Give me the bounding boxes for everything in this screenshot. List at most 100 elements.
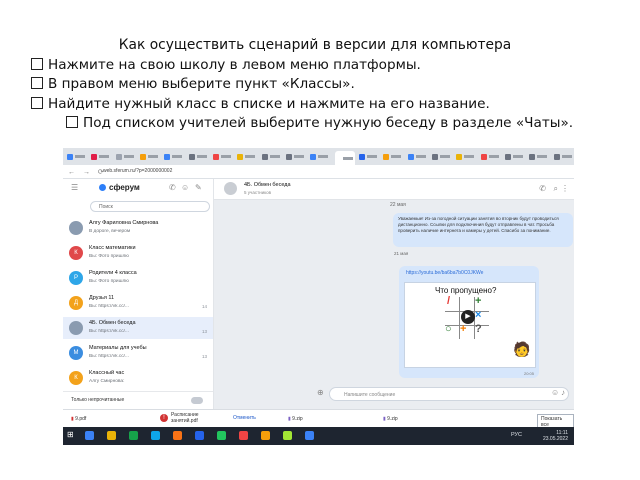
taskbar-app-icon[interactable] [261, 431, 270, 440]
chat-avatar [69, 321, 83, 335]
browser-tab[interactable] [383, 151, 403, 162]
compose-icon[interactable]: ✎ [195, 183, 202, 192]
browser-tab[interactable] [237, 151, 257, 162]
browser-tab[interactable] [334, 151, 355, 165]
address-bar[interactable]: ← → ⟳ web.sferum.ru/?p=2000000002 [63, 165, 574, 179]
chat-name: Класс математики [89, 245, 136, 251]
windows-start-icon[interactable]: ⊞ [67, 430, 76, 439]
contacts-icon[interactable]: ☺ [181, 183, 189, 192]
instruction-step-3: Найдите нужный класс в списке и нажмите … [0, 95, 640, 115]
taskbar-app-icon[interactable] [107, 431, 116, 440]
chat-time: 13 [201, 354, 207, 359]
browser-tab[interactable] [67, 151, 87, 162]
call-icon[interactable]: ✆ [169, 183, 176, 192]
mic-icon[interactable]: ♪ [561, 388, 565, 397]
search-input[interactable]: Поиск [90, 201, 210, 212]
call-icon[interactable]: ✆ [539, 184, 546, 193]
chat-preview: Вы: Фото пришлю [89, 254, 129, 259]
chat-list-item[interactable]: К Классный час Алгу Смирнова: [63, 367, 213, 389]
taskbar-app-icon[interactable] [173, 431, 182, 440]
clock[interactable]: 11:11 23.05.2022 [543, 430, 568, 442]
browser-tab[interactable] [553, 151, 574, 162]
step-text: Найдите нужный класс в списке и нажмите … [48, 95, 490, 112]
taskbar-app-icon[interactable] [151, 431, 160, 440]
download-name: 9.pdf [75, 416, 87, 422]
browser-tab[interactable] [188, 151, 209, 162]
discard-button[interactable]: Отменить [233, 415, 256, 421]
browser-tab[interactable] [456, 151, 476, 162]
attach-icon[interactable]: ⊕ [317, 388, 324, 397]
more-icon[interactable]: ⋮ [561, 184, 569, 193]
browser-tab[interactable] [285, 151, 306, 162]
taskbar-app-icon[interactable] [129, 431, 138, 440]
chat-list-item[interactable]: Д Друзья 11 Вы: https://vk.cc/... 14 [63, 292, 213, 314]
browser-tab[interactable] [164, 151, 184, 162]
download-item[interactable]: ▮ 9.pdf [71, 416, 86, 422]
chat-list-item[interactable]: Алгу Фариловна Смирнова В дороге, вечером [63, 217, 213, 239]
tab-title [293, 155, 304, 158]
browser-tab[interactable] [310, 151, 330, 162]
cross-shape-icon: × [475, 309, 482, 321]
chat-preview: Вы: https://vk.cc/... [89, 329, 129, 334]
video-message[interactable]: https://youtu.be/ba6ba7b0C0JKWe Что проп… [399, 266, 539, 378]
downloads-bar: ▮ 9.pdf ! Расписание занятий.pdf Отменит… [63, 409, 574, 430]
taskbar-app-icon[interactable] [195, 431, 204, 440]
browser-tab[interactable] [212, 151, 233, 162]
person-icon: 🧑 [513, 341, 531, 357]
url-text[interactable]: web.sferum.ru/?p=2000000002 [103, 167, 303, 176]
message-bubble[interactable]: Уважаемые! Из-за погодной ситуации занят… [393, 213, 573, 247]
chat-list-item[interactable]: Р Родители 4 класса Вы: Фото пришлю [63, 267, 213, 289]
download-item[interactable]: ▮ 9.zip [383, 416, 398, 422]
search-icon[interactable]: ⌕ [554, 184, 558, 194]
browser-tab[interactable] [529, 151, 549, 162]
browser-tab[interactable] [358, 151, 379, 162]
browser-tab[interactable] [431, 151, 452, 162]
video-thumbnail[interactable]: Что пропущено? / + × ○ + ? ▶ 🧑 [404, 282, 536, 368]
play-icon[interactable]: ▶ [461, 310, 475, 324]
browser-tab[interactable] [504, 151, 525, 162]
chat-title[interactable]: 4Б. Обмен беседа [244, 182, 291, 188]
message-time: 20:05 [523, 371, 534, 376]
tab-title [537, 155, 548, 158]
step-text: Под списком учителей выберите нужную бес… [83, 115, 574, 131]
taskbar-app-icon[interactable] [283, 431, 292, 440]
browser-tab[interactable] [115, 151, 136, 162]
favicon-icon [358, 153, 365, 160]
taskbar-app-icon[interactable] [85, 431, 94, 440]
message-input[interactable]: Напишите сообщение [329, 387, 569, 401]
download-item[interactable]: Расписание занятий.pdf [171, 412, 199, 424]
browser-tab[interactable] [480, 151, 501, 162]
download-item[interactable]: ▮ 9.zip [288, 416, 303, 422]
nav-arrows-icon[interactable]: ← → ⟳ [68, 168, 107, 176]
unread-filter[interactable]: Только непрочитанные [63, 391, 213, 410]
download-name: 9.zip [292, 416, 303, 422]
favicon-icon [383, 153, 390, 160]
chat-preview: Вы: https://vk.cc/... [89, 354, 129, 359]
checkbox-icon [31, 96, 43, 109]
language-indicator[interactable]: РУС [511, 432, 522, 438]
favicon-icon [67, 153, 73, 160]
question-mark-icon: ? [475, 323, 482, 335]
favicon-icon [431, 153, 438, 160]
menu-icon[interactable]: ☰ [71, 183, 78, 192]
favicon-icon [139, 153, 146, 160]
browser-tab[interactable] [91, 151, 111, 162]
chat-avatar [69, 221, 83, 235]
checkbox-icon [66, 116, 78, 128]
browser-tab[interactable] [261, 151, 282, 162]
tab-title [99, 155, 110, 158]
taskbar-app-icon[interactable] [217, 431, 226, 440]
chat-list-item[interactable]: М Материалы для учебы Вы: https://vk.cc/..… [63, 342, 213, 364]
chat-list-item[interactable]: К Класс математики Вы: Фото пришлю [63, 242, 213, 264]
favicon-icon [407, 153, 414, 160]
unread-toggle[interactable] [191, 397, 203, 404]
taskbar-app-icon[interactable] [239, 431, 248, 440]
chat-avatar[interactable] [224, 182, 237, 195]
video-link[interactable]: https://youtu.be/ba6ba7b0C0JKWe [406, 270, 483, 276]
chat-list-item[interactable]: 4Б. Обмен беседа Вы: https://vk.cc/... 13 [63, 317, 213, 339]
browser-tab[interactable] [139, 151, 160, 162]
taskbar-app-icon[interactable] [305, 431, 314, 440]
emoji-icon[interactable]: ☺ [551, 388, 559, 397]
favicon-icon [553, 153, 560, 160]
browser-tab[interactable] [407, 151, 428, 162]
